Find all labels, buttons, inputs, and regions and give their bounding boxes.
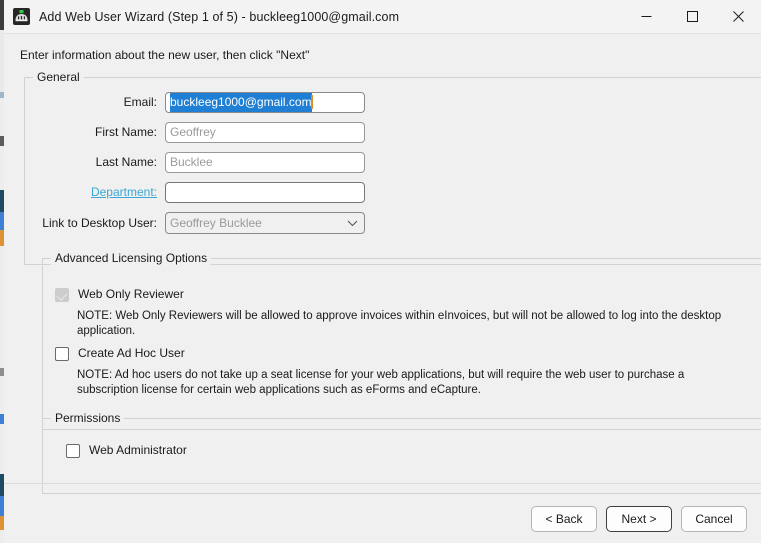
link-desktop-user-label: Link to Desktop User: bbox=[42, 216, 157, 230]
cancel-button[interactable]: Cancel bbox=[681, 506, 747, 532]
email-label: Email: bbox=[123, 95, 157, 109]
permissions-group-legend: Permissions bbox=[51, 411, 125, 425]
footer-separator bbox=[4, 483, 761, 484]
web-only-reviewer-label: Web Only Reviewer bbox=[78, 287, 184, 301]
email-input-value: buckleeg1000@gmail.com bbox=[170, 92, 312, 112]
first-name-input[interactable]: Geoffrey bbox=[165, 121, 365, 143]
general-group-legend: General bbox=[33, 70, 84, 84]
back-button[interactable]: < Back bbox=[531, 506, 597, 532]
email-input[interactable]: buckleeg1000@gmail.com bbox=[165, 91, 365, 113]
web-administrator-label: Web Administrator bbox=[89, 443, 187, 457]
instruction-text: Enter information about the new user, th… bbox=[20, 48, 310, 62]
dialog-client-area: Enter information about the new user, th… bbox=[4, 34, 761, 543]
general-group: General Email: buckleeg1000@gmail.com Fi… bbox=[24, 70, 761, 265]
create-ad-hoc-user-checkbox[interactable] bbox=[55, 347, 69, 361]
window-title: Add Web User Wizard (Step 1 of 5) - buck… bbox=[39, 9, 400, 24]
next-button[interactable]: Next > bbox=[606, 506, 672, 532]
last-name-row: Last Name: Bucklee bbox=[25, 151, 365, 173]
licensing-group-legend: Advanced Licensing Options bbox=[51, 251, 212, 265]
wizard-app-icon bbox=[13, 8, 30, 25]
department-row: Department: bbox=[25, 181, 365, 203]
department-link-label[interactable]: Department: bbox=[25, 185, 165, 199]
create-ad-hoc-user-row[interactable]: Create Ad Hoc User bbox=[55, 346, 185, 361]
department-input[interactable] bbox=[165, 181, 365, 203]
web-administrator-checkbox[interactable] bbox=[66, 444, 80, 458]
link-desktop-user-select[interactable]: Geoffrey Bucklee bbox=[165, 212, 365, 234]
link-desktop-user-value: Geoffrey Bucklee bbox=[170, 216, 262, 230]
create-ad-hoc-user-label: Create Ad Hoc User bbox=[78, 346, 185, 360]
first-name-label: First Name: bbox=[94, 125, 157, 139]
web-administrator-row[interactable]: Web Administrator bbox=[66, 443, 187, 458]
maximize-button[interactable] bbox=[669, 0, 715, 33]
web-only-reviewer-note: NOTE: Web Only Reviewers will be allowed… bbox=[77, 310, 722, 337]
chevron-down-icon bbox=[347, 216, 358, 230]
minimize-button[interactable] bbox=[623, 0, 669, 33]
last-name-input[interactable]: Bucklee bbox=[165, 151, 365, 173]
web-only-reviewer-row[interactable]: Web Only Reviewer bbox=[55, 287, 184, 302]
last-name-label: Last Name: bbox=[95, 155, 157, 169]
first-name-row: First Name: Geoffrey bbox=[25, 121, 365, 143]
advanced-licensing-options-group: Advanced Licensing Options Web Only Revi… bbox=[42, 251, 761, 430]
link-desktop-user-row: Link to Desktop User: Geoffrey Bucklee bbox=[25, 212, 365, 234]
text-caret bbox=[310, 95, 313, 109]
wizard-button-bar: < Back Next > Cancel bbox=[531, 506, 747, 532]
add-web-user-wizard-window: Add Web User Wizard (Step 1 of 5) - buck… bbox=[0, 0, 761, 543]
title-bar[interactable]: Add Web User Wizard (Step 1 of 5) - buck… bbox=[4, 0, 761, 34]
web-only-reviewer-checkbox[interactable] bbox=[55, 288, 69, 302]
email-row: Email: buckleeg1000@gmail.com bbox=[25, 91, 365, 113]
window-controls bbox=[623, 0, 761, 33]
create-ad-hoc-user-note: NOTE: Ad hoc users do not take up a seat… bbox=[77, 369, 685, 396]
close-button[interactable] bbox=[715, 0, 761, 33]
